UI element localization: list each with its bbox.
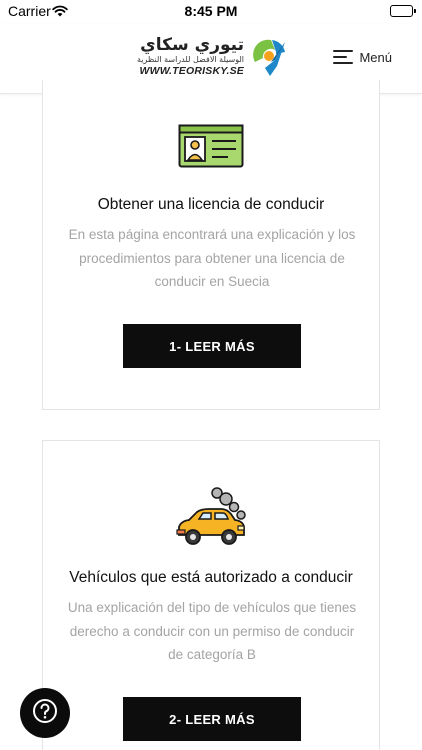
menu-button[interactable]: Menú [333,46,392,68]
menu-label: Menú [359,49,392,65]
read-more-button[interactable]: 1- LEER MÁS [123,324,301,368]
battery-icon [390,5,416,17]
read-more-button[interactable]: 2- LEER MÁS [123,697,301,741]
card-authorized-vehicles: Vehículos que está autorizado a conducir… [42,440,380,750]
card-description: En esta página encontrará una explicació… [68,227,356,289]
question-mark-icon [32,698,58,729]
card-title: Obtener una licencia de conducir [97,196,325,213]
car-icon [43,485,379,549]
card-driving-license: Obtener una licencia de conducir En esta… [42,80,380,410]
status-bar: Carrier 8:45 PM [0,0,422,24]
logo-text[interactable]: تيوري سكاي الوسيلة الافضل للدراسة النظري… [120,36,244,77]
license-card-icon [43,124,379,168]
logo-url: WWW.TEORISKY.SE [139,65,244,77]
teorisky-logo-icon[interactable] [251,36,289,78]
card-title: Vehículos que está autorizado a conducir [69,569,353,586]
card-description: Una explicación del tipo de vehículos qu… [67,600,357,662]
hamburger-icon [333,49,354,65]
clock: 8:45 PM [184,3,238,19]
logo-arabic-title: تيوري سكاي [140,35,244,55]
help-button[interactable] [20,688,70,738]
logo-arabic-subtitle: الوسيلة الافضل للدراسة النظرية [136,55,244,64]
